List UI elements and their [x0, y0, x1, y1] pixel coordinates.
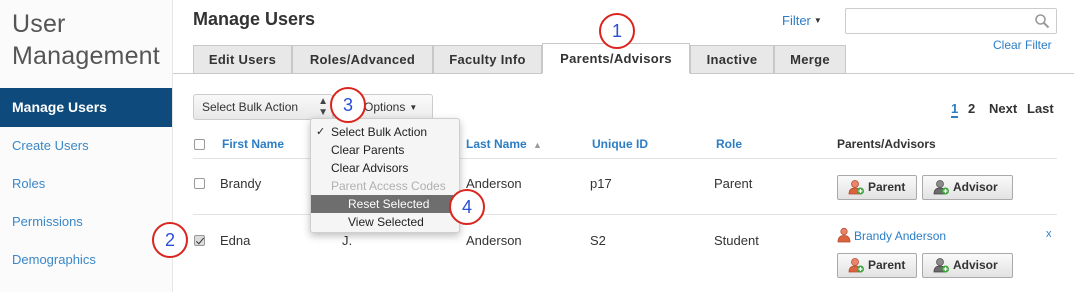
- callout-4: 4: [449, 189, 485, 225]
- bulk-action-value: Select Bulk Action: [202, 100, 299, 114]
- cell-first-name: Brandy: [220, 176, 262, 191]
- column-header-role[interactable]: Role: [716, 137, 742, 151]
- column-header-first-name[interactable]: First Name: [222, 137, 284, 151]
- tab-faculty-info[interactable]: Faculty Info: [433, 45, 542, 74]
- column-header-unique-id[interactable]: Unique ID: [592, 137, 648, 151]
- options-label: Options: [364, 100, 406, 114]
- page-1-link[interactable]: 1: [951, 101, 959, 118]
- row-checkbox[interactable]: [194, 235, 205, 246]
- cell-last-name: Anderson: [466, 233, 522, 248]
- row-checkbox[interactable]: [194, 178, 205, 189]
- remove-link-button[interactable]: x: [1046, 228, 1052, 240]
- last-page-link[interactable]: Last: [1027, 101, 1054, 116]
- sidebar-item-permissions[interactable]: Permissions: [0, 203, 172, 241]
- sidebar-item-demographics[interactable]: Demographics: [0, 241, 172, 279]
- sidebar-item-roles[interactable]: Roles: [0, 165, 172, 203]
- callout-2: 2: [152, 222, 188, 258]
- add-advisor-button[interactable]: Advisor: [922, 253, 1013, 278]
- app-title-line2: Management: [12, 42, 160, 70]
- bulk-action-select[interactable]: Select Bulk Action ▲ ▼: [193, 94, 333, 120]
- menu-item-clear-advisors[interactable]: Clear Advisors: [311, 159, 459, 177]
- add-parent-button[interactable]: Parent: [837, 253, 917, 278]
- page-title: Manage Users: [193, 9, 316, 29]
- cell-unique-id: S2: [590, 233, 606, 248]
- add-parent-button[interactable]: Parent: [837, 175, 917, 200]
- cell-role: Student: [714, 233, 759, 248]
- menu-group-parent-access-codes: Parent Access Codes: [331, 179, 446, 193]
- column-header-parents-advisors: Parents/Advisors: [837, 137, 936, 151]
- cell-unique-id: p17: [590, 176, 612, 191]
- app-title-line1: User: [12, 10, 66, 38]
- parent-button-label: Parent: [868, 180, 906, 194]
- menu-item-label: Select Bulk Action: [331, 125, 428, 139]
- cell-middle-initial: J.: [342, 233, 353, 248]
- person-add-icon: [848, 258, 864, 273]
- advisor-button-label: Advisor: [953, 258, 998, 272]
- parent-button-label: Parent: [868, 258, 906, 272]
- cell-last-name: Anderson: [466, 176, 522, 191]
- sort-ascending-icon: ▲: [533, 140, 542, 150]
- select-all-checkbox[interactable]: [194, 139, 205, 150]
- sidebar-item-create-users[interactable]: Create Users: [0, 127, 172, 165]
- filter-label: Filter: [782, 13, 811, 28]
- app-title: User Management: [12, 8, 160, 72]
- menu-item-view-selected[interactable]: View Selected: [311, 213, 459, 231]
- cell-role: Parent: [714, 176, 753, 191]
- caret-down-icon: ▼: [813, 16, 822, 25]
- sidebar: User Management Manage Users Create User…: [0, 0, 173, 292]
- person-add-icon: [933, 180, 949, 195]
- person-icon: [837, 227, 851, 243]
- cell-first-name: Edna: [220, 233, 251, 248]
- search-icon[interactable]: [1034, 13, 1050, 29]
- add-advisor-button[interactable]: Advisor: [922, 175, 1013, 200]
- clear-filter-link[interactable]: Clear Filter: [993, 38, 1052, 52]
- person-add-icon: [848, 180, 864, 195]
- filter-dropdown[interactable]: Filter ▼: [782, 13, 822, 28]
- caret-down-icon: ▼: [409, 103, 418, 112]
- tab-inactive[interactable]: Inactive: [690, 45, 774, 74]
- advisor-button-label: Advisor: [953, 180, 998, 194]
- page-2-link[interactable]: 2: [968, 101, 975, 116]
- tab-merge[interactable]: Merge: [774, 45, 846, 74]
- menu-item-clear-parents[interactable]: Clear Parents: [311, 141, 459, 159]
- column-header-last-name[interactable]: Last Name ▲: [466, 137, 542, 151]
- last-name-label: Last Name: [466, 137, 527, 151]
- bulk-action-dropdown-menu: ✓ Select Bulk Action Clear Parents Clear…: [310, 118, 460, 233]
- menu-item-select-bulk-action[interactable]: ✓ Select Bulk Action: [311, 123, 459, 141]
- callout-1: 1: [599, 13, 635, 49]
- tab-roles-advanced[interactable]: Roles/Advanced: [292, 45, 433, 74]
- sidebar-item-manage-users[interactable]: Manage Users: [0, 88, 172, 127]
- menu-item-reset-selected[interactable]: Reset Selected: [311, 195, 459, 213]
- callout-3: 3: [330, 87, 366, 123]
- person-add-icon: [933, 258, 949, 273]
- search-input[interactable]: [845, 8, 1057, 34]
- linked-parent-link[interactable]: Brandy Anderson: [854, 229, 946, 243]
- checkmark-icon: ✓: [316, 126, 326, 138]
- tab-edit-users[interactable]: Edit Users: [193, 45, 292, 74]
- updown-arrows-icon: ▲ ▼: [318, 96, 328, 118]
- next-page-link[interactable]: Next: [989, 101, 1017, 116]
